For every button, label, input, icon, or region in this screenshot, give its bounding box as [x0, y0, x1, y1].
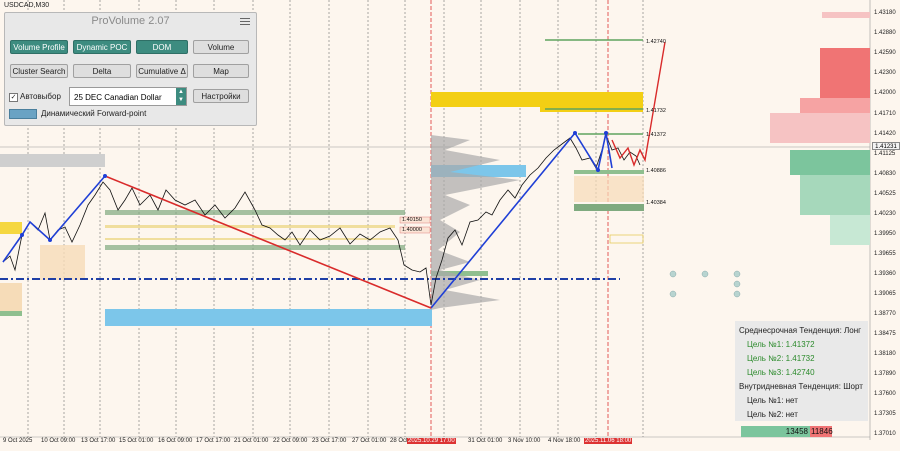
green-zone: [574, 204, 644, 211]
target-1: Цель №1: 1.41372: [747, 340, 815, 349]
x-tick: 22 Oct 09:00: [273, 438, 308, 444]
y-tick: 1.38770: [874, 311, 896, 317]
y-tick: 1.39360: [874, 271, 896, 277]
x-tick: 16 Oct 09:00: [158, 438, 193, 444]
level-label: 1.40000: [402, 227, 422, 233]
y-tick: 1.39655: [874, 251, 896, 257]
y-tick: 1.39065: [874, 291, 896, 297]
gold-target-zone: [540, 102, 643, 112]
check-icon: ✓: [9, 93, 18, 102]
y-tick: 1.43180: [874, 10, 896, 16]
panel-title: ProVolume 2.07: [91, 15, 170, 27]
forward-point-toggle[interactable]: Динамический Forward-point: [9, 109, 146, 119]
x-tick: 3 Nov 10:00: [508, 438, 541, 444]
chart-window: USDCAD,M30 ProVolume 2.07 Volume Profile…: [0, 0, 900, 451]
level-label: 1.41732: [646, 108, 666, 114]
intraday-target-2: Цель №2: нет: [747, 410, 798, 419]
y-tick: 1.37010: [874, 431, 896, 437]
x-tick: 23 Oct 17:00: [312, 438, 347, 444]
x-tick-highlight: 2025.10.29 17:00: [407, 438, 456, 444]
map-button[interactable]: Map: [193, 64, 249, 78]
yellow-band: [105, 225, 395, 228]
level-label: 1.42740: [646, 39, 666, 45]
current-price-badge: 1.41231: [872, 142, 900, 150]
target-2: Цель №2: 1.41732: [747, 354, 815, 363]
mid-trend-title: Среднесрочная Тенденция: Лонг: [739, 326, 862, 335]
y-tick: 1.41420: [874, 131, 896, 137]
autoselect-label: Автовыбор: [20, 92, 61, 101]
y-tick: 1.42000: [874, 90, 896, 96]
x-tick: 4 Nov 18:00: [548, 438, 581, 444]
buy-volume: 13458: [741, 426, 810, 437]
autoselect-checkbox[interactable]: ✓ Автовыбор: [9, 92, 61, 102]
x-tick: 31 Oct 01:00: [468, 438, 503, 444]
y-tick: 1.41710: [874, 111, 896, 117]
forward-label: Динамический Forward-point: [41, 109, 147, 119]
cluster-search-button[interactable]: Cluster Search: [10, 64, 68, 78]
x-tick: 15 Oct 01:00: [119, 438, 154, 444]
x-tick-highlight: 2025.11.06 18:00: [584, 438, 633, 444]
symbol-label: USDCAD,M30: [4, 2, 50, 9]
x-tick: 10 Oct 09:00: [41, 438, 76, 444]
y-tick: 1.38475: [874, 331, 896, 337]
x-tick: 17 Oct 17:00: [196, 438, 231, 444]
delta-button[interactable]: Delta: [73, 64, 131, 78]
level-label: 1.40384: [646, 200, 666, 206]
volume-profile-button[interactable]: Volume Profile: [10, 40, 68, 54]
x-tick: 13 Oct 17:00: [81, 438, 116, 444]
hamburger-menu-icon[interactable]: [240, 18, 250, 27]
y-tick: 1.40230: [874, 211, 896, 217]
provolume-panel[interactable]: ProVolume 2.07 Volume Profile Dynamic PO…: [4, 12, 257, 126]
y-tick: 1.40830: [874, 171, 896, 177]
y-tick: 1.37890: [874, 371, 896, 377]
yellow-band: [105, 238, 395, 240]
green-zone: [0, 311, 22, 316]
grey-zone: [0, 154, 105, 167]
x-tick: 21 Oct 01:00: [234, 438, 269, 444]
volume-zone: [0, 283, 22, 313]
y-tick: 1.37305: [874, 411, 896, 417]
gold-zone: [0, 222, 22, 234]
y-tick: 1.40525: [874, 191, 896, 197]
y-tick: 1.41125: [874, 151, 896, 157]
level-label: 1.40886: [646, 168, 666, 174]
x-tick: 27 Oct 01:00: [352, 438, 387, 444]
y-tick: 1.42880: [874, 30, 896, 36]
sell-volume: 11846: [810, 426, 833, 437]
volume-zone: [40, 245, 85, 280]
y-tick: 1.39950: [874, 231, 896, 237]
x-tick: 9 Oct 2025: [3, 438, 33, 444]
settings-button[interactable]: Настройки: [193, 89, 249, 103]
volume-profile: [431, 135, 520, 310]
volume-zone: [574, 176, 644, 202]
level-label: 1.40150: [402, 217, 422, 223]
trend-info-box: Среднесрочная Тенденция: Лонг Цель №1: 1…: [735, 321, 868, 421]
green-band: [105, 245, 405, 250]
projection-markers: [669, 270, 741, 298]
market-profile: [770, 12, 870, 245]
target-3: Цель №3: 1.42740: [747, 368, 815, 377]
intraday-target-1: Цель №1: нет: [747, 396, 798, 405]
down-trend-line: [104, 175, 432, 309]
intraday-trend-title: Внутридневная Тенденция: Шорт: [739, 382, 863, 391]
x-tick: 28 Oct: [390, 438, 408, 444]
y-tick: 1.42590: [874, 50, 896, 56]
blue-zone: [105, 309, 432, 326]
volume-button[interactable]: Volume: [193, 40, 249, 54]
level-label: 1.41372: [646, 132, 666, 138]
spinner-arrows-icon[interactable]: ▲ ▼: [176, 88, 186, 105]
toggle-icon: [9, 109, 37, 119]
y-tick: 1.42300: [874, 70, 896, 76]
green-zone: [574, 170, 644, 174]
y-tick: 1.37600: [874, 391, 896, 397]
dom-button[interactable]: DOM: [136, 40, 188, 54]
cumulative-delta-button[interactable]: Cumulative Δ: [136, 64, 188, 78]
contract-value: 25 DEC Canadian Dollar: [74, 93, 162, 102]
y-tick: 1.38180: [874, 351, 896, 357]
dynamic-poc-button[interactable]: Dynamic POC: [73, 40, 131, 54]
yellow-box: [609, 234, 644, 244]
contract-select[interactable]: 25 DEC Canadian Dollar ▲ ▼: [69, 87, 187, 106]
